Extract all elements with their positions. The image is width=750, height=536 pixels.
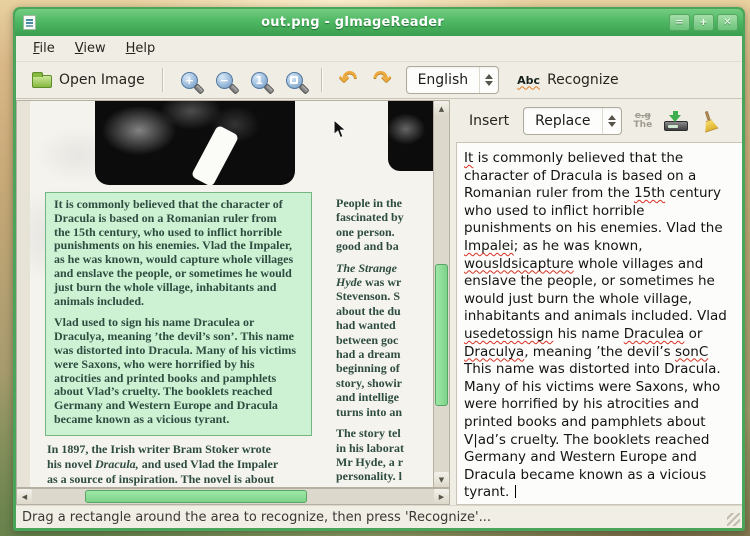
toolbar: Open Image + − 1 ↶ ↷ English Abc Recogni… [16, 62, 742, 99]
vertical-scrollbar[interactable]: ▲ ▼ [433, 100, 450, 488]
scroll-left-button[interactable]: ◀ [17, 489, 32, 504]
scan-paragraph-2: Vlad used to sign his name Draculea or Dr… [54, 315, 296, 426]
arrow-up-icon [607, 115, 616, 120]
arrow-up-icon [485, 74, 494, 79]
scroll-right-button[interactable]: ▶ [434, 489, 449, 504]
main-area: It is commonly believed that the charact… [16, 100, 742, 505]
scan-paragraph-1: It is commonly believed that the charact… [54, 197, 294, 308]
minimize-button[interactable]: = [669, 14, 690, 31]
menu-file[interactable]: File [24, 38, 64, 59]
save-output-icon[interactable] [664, 111, 689, 131]
zoom-fit-button[interactable] [277, 68, 312, 93]
image-pane: It is commonly believed that the charact… [16, 100, 450, 505]
scroll-down-button[interactable]: ▼ [434, 472, 449, 487]
open-image-button[interactable]: Open Image [24, 68, 153, 92]
language-select[interactable]: English [405, 66, 500, 94]
insert-mode-value: Replace [535, 113, 591, 129]
separator [320, 68, 322, 92]
broom-handle-glyph [705, 110, 711, 120]
scan-photo-right [388, 101, 433, 171]
fit-glyph [290, 76, 299, 84]
status-text: Drag a rectangle around the area to reco… [22, 509, 491, 525]
zoom-out-icon: − [215, 71, 233, 89]
horizontal-scroll-thumb[interactable] [85, 490, 307, 503]
recognize-label: Recognize [547, 72, 619, 88]
text-caret [514, 485, 516, 499]
insert-mode-select[interactable]: Replace [523, 107, 622, 135]
scan-photo-left [95, 101, 295, 185]
horizontal-scrollbar[interactable]: ◀ ▶ [16, 488, 450, 505]
maximize-button[interactable]: + [693, 14, 714, 31]
arrow-down-icon [607, 122, 616, 127]
zoom-in-icon: + [180, 71, 198, 89]
arrow-down-icon [485, 81, 494, 86]
arrow-down-glyph [669, 115, 682, 122]
scroll-up-button[interactable]: ▲ [434, 101, 449, 116]
scan-paragraph-below: In 1897, the Irish writer Bram Stoker wr… [47, 442, 279, 486]
spinner-icon [479, 67, 498, 93]
ocr-output-pane: Insert Replace e.g The It is commonly be… [456, 100, 742, 505]
mouse-cursor-icon [333, 119, 347, 139]
zoom-in-button[interactable]: + [172, 68, 207, 93]
broom-head-glyph [702, 117, 719, 132]
language-value: English [417, 72, 469, 88]
app-icon [23, 15, 36, 30]
rotate-left-button[interactable]: ↶ [331, 69, 365, 91]
menu-view[interactable]: View [66, 38, 115, 59]
recognize-button[interactable]: Abc Recognize [509, 68, 627, 92]
window-controls: = + ✕ [669, 14, 738, 31]
drive-slot-glyph [668, 125, 679, 128]
substitutions-icon-bottom: The [633, 120, 653, 130]
zoom-original-button[interactable]: 1 [242, 68, 277, 93]
open-image-label: Open Image [59, 72, 145, 88]
photo-detail [190, 124, 240, 185]
scan-column-2: People in the fascinated by one person. goo… [336, 196, 405, 484]
statusbar: Drag a rectangle around the area to reco… [16, 505, 742, 528]
ocr-icon-group: e.g The [634, 108, 721, 134]
titlebar[interactable]: out.png - gImageReader = + ✕ [15, 9, 743, 36]
clear-output-icon[interactable] [697, 108, 721, 134]
ocr-text: It is commonly believed that the charact… [464, 150, 727, 501]
rotate-right-button[interactable]: ↷ [365, 69, 399, 91]
spinner-icon [601, 108, 621, 134]
abc-spellcheck-icon: Abc [517, 73, 541, 87]
ocr-output-toolbar: Insert Replace e.g The [456, 100, 742, 142]
scanned-page[interactable]: It is commonly believed that the charact… [30, 101, 433, 487]
ocr-text-area[interactable]: It is commonly believed that the charact… [456, 142, 742, 505]
menu-help[interactable]: Help [117, 38, 165, 59]
separator [161, 68, 163, 92]
zoom-original-icon: 1 [250, 71, 268, 89]
resize-grip-icon[interactable] [727, 513, 740, 526]
substitutions-icon[interactable]: e.g The [634, 112, 653, 130]
ocr-selection-region[interactable]: It is commonly believed that the charact… [45, 192, 312, 436]
zoom-out-button[interactable]: − [207, 68, 242, 93]
folder-icon [32, 72, 52, 88]
window-title: out.png - gImageReader [261, 15, 444, 30]
menubar: File View Help [16, 36, 742, 62]
insert-label: Insert [469, 113, 510, 129]
zoom-fit-icon [285, 71, 303, 89]
image-viewport[interactable]: It is commonly believed that the charact… [16, 100, 433, 488]
vertical-scroll-thumb[interactable] [435, 264, 448, 406]
app-window: out.png - gImageReader = + ✕ File View H… [13, 7, 745, 531]
close-button[interactable]: ✕ [717, 14, 738, 31]
